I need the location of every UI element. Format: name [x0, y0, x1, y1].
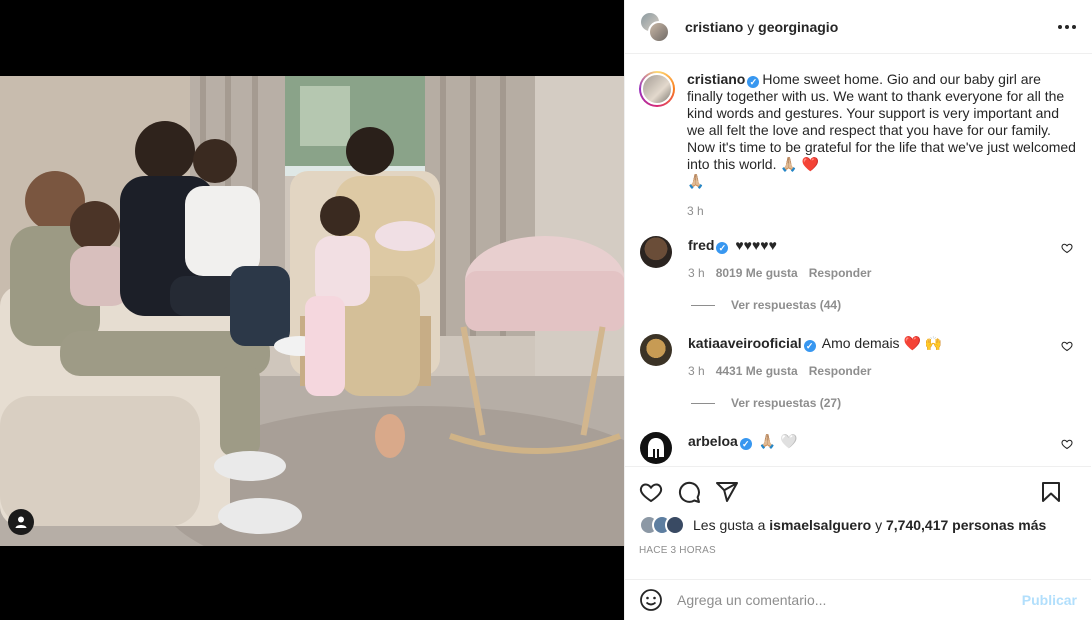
view-replies-label[interactable]: Ver respuestas (44)	[731, 298, 841, 312]
collab-usernames: cristiano y georginagio	[685, 19, 838, 35]
view-replies-button[interactable]: Ver respuestas (27)	[691, 396, 1077, 410]
reply-button[interactable]: Responder	[809, 266, 872, 280]
paper-plane-icon[interactable]	[715, 480, 739, 504]
liker-username[interactable]: ismaelsalguero	[769, 517, 871, 533]
avatar[interactable]	[640, 432, 672, 464]
family-photo	[0, 76, 624, 546]
view-replies-label[interactable]: Ver respuestas (27)	[731, 396, 841, 410]
likes-connector: y	[875, 517, 883, 533]
avatar	[665, 515, 685, 535]
bookmark-icon[interactable]	[1039, 480, 1063, 504]
reply-button[interactable]: Responder	[809, 364, 872, 378]
comment-time: 3 h	[688, 364, 705, 378]
avatar	[648, 20, 670, 43]
comment-likes[interactable]: 4431 Me gusta	[716, 364, 798, 378]
header-username-2[interactable]: georginagio	[758, 19, 838, 35]
post-actions: Les gusta a ismaelsalguero y 7,740,417 p…	[625, 466, 1091, 556]
collab-avatars[interactable]	[639, 10, 671, 43]
avatar[interactable]	[640, 334, 672, 366]
comment-item: arbeloa ✓ 🙏🏼 🤍	[639, 432, 1077, 464]
liker-avatars[interactable]	[639, 515, 687, 535]
comment-input[interactable]	[677, 592, 1022, 608]
comment-item: fred ✓ ♥♥♥♥♥ 3 h 8019 Me gusta Responder	[639, 236, 1077, 280]
user-silhouette-icon[interactable]	[8, 509, 34, 535]
comment-username[interactable]: arbeloa	[688, 433, 738, 449]
likes-count[interactable]: 7,740,417 personas más	[886, 517, 1046, 533]
comment-text: 🙏🏼 🤍	[758, 433, 798, 449]
post-media[interactable]	[0, 0, 624, 620]
likes-summary: Les gusta a ismaelsalguero y 7,740,417 p…	[639, 515, 1077, 535]
heart-outline-icon[interactable]	[639, 480, 663, 504]
verified-badge-icon: ✓	[803, 340, 816, 352]
comment-bubble-icon[interactable]	[677, 480, 701, 504]
verified-badge-icon: ✓	[739, 438, 752, 450]
more-options-icon[interactable]	[1058, 19, 1076, 35]
post-photo[interactable]	[0, 76, 624, 546]
add-comment-bar: Publicar	[625, 579, 1091, 620]
heart-outline-icon[interactable]	[1061, 438, 1073, 450]
post-caption: cristiano ✓ Home sweet home. Gio and our b…	[639, 71, 1077, 218]
comment-item: katiaaveirooficial ✓ Amo demais ❤️ 🙌 3 h …	[639, 334, 1077, 378]
caption-trailing-emoji: 🙏🏼	[687, 173, 705, 189]
spartan-helmet-icon	[648, 438, 664, 458]
story-ring-avatar[interactable]	[639, 71, 675, 107]
post-header: cristiano y georginagio	[625, 0, 1092, 54]
caption-text: cristiano ✓ Home sweet home. Gio and our b…	[687, 71, 1077, 190]
heart-emoji: ❤️	[801, 156, 820, 172]
caption-username[interactable]: cristiano	[687, 71, 745, 87]
smiley-icon[interactable]	[639, 588, 663, 612]
comment-time: 3 h	[688, 266, 705, 280]
comments-list[interactable]: cristiano ✓ Home sweet home. Gio and our b…	[625, 55, 1091, 465]
post-side-panel: cristiano y georginagio cristiano ✓ Home s…	[624, 0, 1092, 620]
avatar[interactable]	[640, 236, 672, 268]
header-username-1[interactable]: cristiano	[685, 19, 743, 35]
publish-button[interactable]: Publicar	[1022, 592, 1077, 608]
comment-username[interactable]: fred	[688, 237, 714, 253]
likes-prefix: Les gusta a	[693, 517, 766, 533]
view-replies-button[interactable]: Ver respuestas (44)	[691, 298, 1077, 312]
comment-likes[interactable]: 8019 Me gusta	[716, 266, 798, 280]
heart-outline-icon[interactable]	[1061, 340, 1073, 352]
header-separator: y	[747, 18, 755, 35]
comment-text: ♥♥♥♥♥	[735, 237, 777, 253]
comment-username[interactable]: katiaaveirooficial	[688, 335, 802, 351]
heart-outline-icon[interactable]	[1061, 242, 1073, 254]
verified-badge-icon: ✓	[716, 242, 729, 254]
verified-badge-icon: ✓	[747, 76, 760, 88]
caption-time: 3 h	[687, 204, 704, 218]
comment-text: Amo demais ❤️ 🙌	[821, 335, 943, 351]
post-timestamp[interactable]: HACE 3 HORAS	[639, 545, 1077, 556]
